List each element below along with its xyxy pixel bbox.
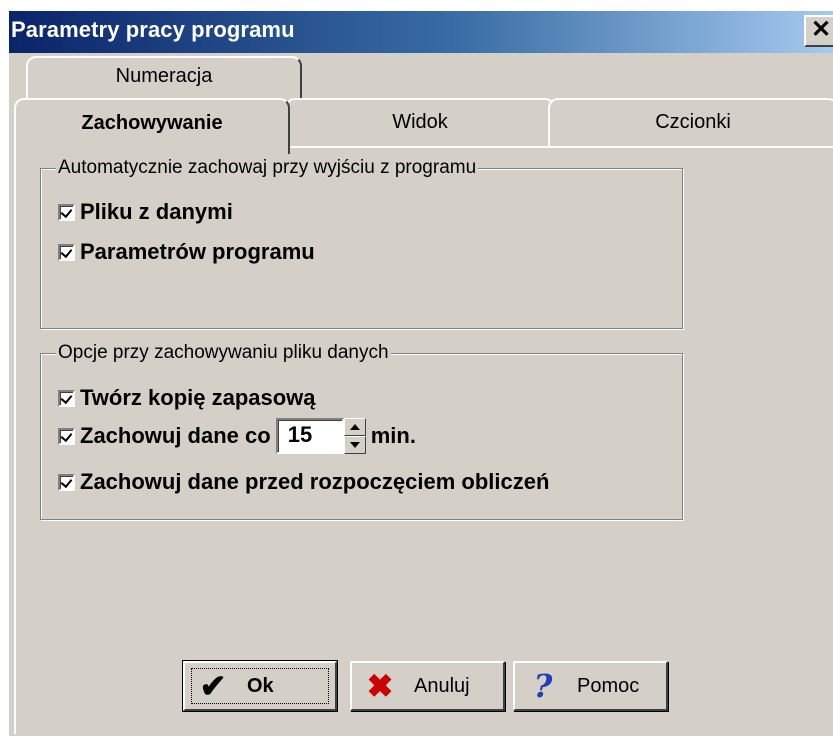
checkbox-parametrow-programu[interactable]: Parametrów programu [58, 239, 315, 265]
tab-label: Zachowywanie [81, 112, 223, 134]
checkbox-before-calc[interactable]: Zachowuj dane przed rozpoczęciem oblicze… [58, 469, 549, 495]
title-bar[interactable]: Parametry pracy programu ✕ [9, 11, 833, 53]
tab-zachowywanie[interactable]: Zachowywanie [14, 98, 290, 154]
checkbox-label: Twórz kopię zapasową [80, 385, 316, 410]
checkbox-label: Pliku z danymi [80, 199, 233, 224]
checkbox-interval[interactable]: Zachowuj dane co 15 min. [58, 418, 416, 454]
checkbox-label: Zachowuj dane przed rozpoczęciem oblicze… [80, 469, 550, 494]
interval-input[interactable]: 15 [275, 418, 344, 454]
close-button[interactable]: ✕ [804, 15, 833, 47]
checkbox-checked-icon[interactable] [58, 389, 75, 407]
tab-czcionki[interactable]: Czcionki [548, 98, 833, 148]
cancel-label: Anuluj [414, 674, 470, 697]
interval-spinner[interactable]: 15 [275, 418, 366, 454]
checkbox-checked-icon[interactable] [58, 473, 75, 491]
question-icon: ? [533, 667, 553, 705]
checkbox-backup[interactable]: Twórz kopię zapasową [58, 385, 316, 411]
ok-button[interactable]: ✔ Ok [182, 660, 338, 712]
tab-label: Widok [392, 111, 448, 133]
close-icon: ✕ [810, 16, 832, 43]
group-autosave-legend: Automatycznie zachowaj przy wyjściu z pr… [56, 157, 479, 179]
checkbox-pliku-z-danymi[interactable]: Pliku z danymi [58, 199, 233, 225]
window-title: Parametry pracy programu [11, 17, 295, 42]
group-save-options-legend: Opcje przy zachowywaniu pliku danych [56, 342, 391, 364]
checkbox-label: Zachowuj dane co [80, 423, 271, 448]
x-icon: ✖ [366, 668, 394, 704]
cancel-button[interactable]: ✖ Anuluj [350, 661, 505, 711]
checkbox-checked-icon[interactable] [58, 243, 75, 261]
tab-widok[interactable]: Widok [285, 98, 555, 148]
spin-up-icon[interactable] [343, 418, 366, 436]
tab-numeracja[interactable]: Numeracja [26, 56, 302, 100]
help-label: Pomoc [577, 674, 640, 697]
checkbox-checked-icon[interactable] [58, 427, 75, 445]
focus-rect [191, 668, 329, 704]
checkbox-checked-icon[interactable] [58, 203, 75, 221]
tab-label: Czcionki [655, 111, 731, 133]
tab-label: Numeracja [115, 65, 213, 87]
checkbox-label: Parametrów programu [80, 239, 315, 264]
help-button[interactable]: ? Pomoc [513, 661, 668, 711]
interval-unit-label: min. [370, 423, 416, 448]
spin-down-icon[interactable] [343, 436, 366, 454]
